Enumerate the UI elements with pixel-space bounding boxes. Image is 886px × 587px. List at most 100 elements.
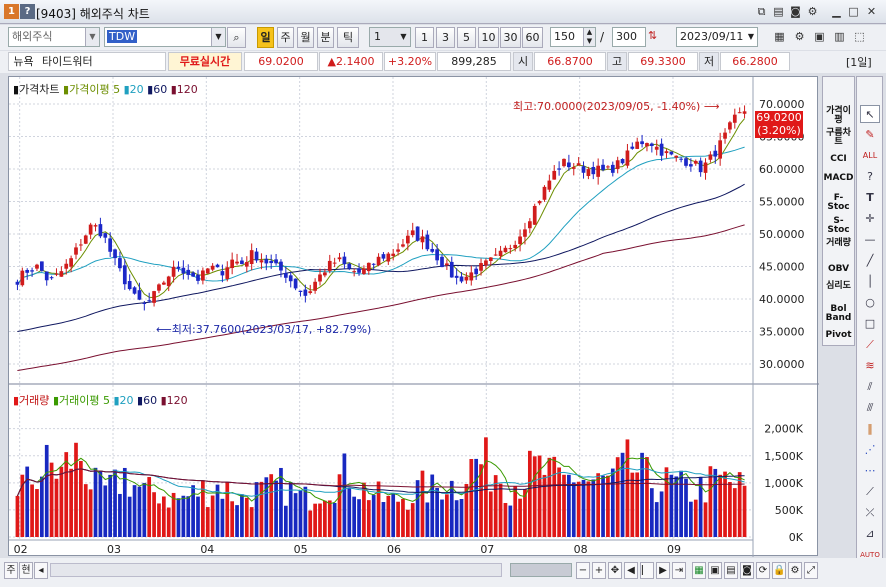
gear-icon[interactable]: ⚙ xyxy=(792,29,807,44)
market-select[interactable]: 해외주식 ▼ xyxy=(8,27,100,47)
period-minute-button[interactable]: 분 xyxy=(317,27,334,48)
config-icon[interactable]: ⚙ xyxy=(788,562,802,579)
memo-icon[interactable]: ▤ xyxy=(771,4,786,19)
mode-week-button[interactable]: 주 xyxy=(4,562,18,579)
excel-icon[interactable]: ▦ xyxy=(692,562,706,579)
count-input[interactable]: 150 ▲ ▼ xyxy=(550,27,596,47)
text-tool-icon[interactable]: T xyxy=(860,189,880,207)
zoom-in-icon[interactable]: + xyxy=(592,562,606,579)
indicator-macd[interactable]: MACD xyxy=(823,174,854,183)
cross-line-icon[interactable]: ✛ xyxy=(860,210,880,228)
step-back-icon[interactable]: ◀ xyxy=(624,562,638,579)
chart-svg[interactable]: 30.0000 35.0000 40.0000 45.0000 50.0000 55.00… xyxy=(9,77,819,557)
circle-tool-icon[interactable]: ○ xyxy=(860,294,880,312)
count-stepper[interactable]: ▲ ▼ xyxy=(583,28,595,46)
export-icon[interactable]: ⬚ xyxy=(852,29,867,44)
step-forward-icon[interactable]: ▶ xyxy=(656,562,670,579)
interval-5-button[interactable]: 5 xyxy=(457,27,476,48)
indicator-cci[interactable]: CCI xyxy=(823,155,854,164)
cycle-icon[interactable]: ‖ xyxy=(860,420,880,438)
price-ma-60: 60 xyxy=(153,83,168,96)
indicator-f-stoc[interactable]: F-Stoc xyxy=(823,194,854,212)
indicator-volume[interactable]: 거래량 xyxy=(823,239,854,248)
chevron-down-icon[interactable]: ▼ xyxy=(85,28,99,46)
chart-area[interactable]: 30.0000 35.0000 40.0000 45.0000 50.0000 55.00… xyxy=(8,76,819,557)
indicator-psychology[interactable]: 심리도 xyxy=(823,282,854,291)
link-icon[interactable]: ⧉ xyxy=(754,4,769,19)
help-icon[interactable]: ? xyxy=(20,4,35,19)
chevron-down-icon[interactable]: ▼ xyxy=(745,28,757,46)
refresh-chart-icon[interactable]: ⟳ xyxy=(756,562,770,579)
diagonal-line-icon[interactable]: ╱ xyxy=(860,252,880,270)
candle-body xyxy=(93,225,98,227)
minimize-icon[interactable]: ▁ xyxy=(829,4,844,19)
question-icon[interactable]: ? xyxy=(860,168,880,186)
indicator-obv[interactable]: OBV xyxy=(823,265,854,274)
bar-left-icon[interactable]: ⎸ xyxy=(640,562,654,579)
vertical-line-icon[interactable]: │ xyxy=(860,273,880,291)
fan-icon[interactable]: ⋰ xyxy=(860,441,880,459)
date-select[interactable]: 2023/09/11 ▼ xyxy=(676,27,758,47)
chevron-down-icon[interactable]: ▼ xyxy=(211,28,225,46)
zigzag-icon[interactable]: ⤫ xyxy=(860,504,880,522)
mode-current-button[interactable]: 현 xyxy=(19,562,33,579)
move-icon[interactable]: ✥ xyxy=(608,562,622,579)
candle-body xyxy=(181,267,186,274)
all-icon[interactable]: ALL xyxy=(860,147,880,165)
camera-icon[interactable]: ◙ xyxy=(788,4,803,19)
interval-3-button[interactable]: 3 xyxy=(436,27,455,48)
search-button[interactable]: ⌕ xyxy=(227,27,246,48)
indicator-s-stoc[interactable]: S-Stoc xyxy=(823,217,854,235)
print-icon[interactable]: ▥ xyxy=(832,29,847,44)
candle-style-icon[interactable]: ✎ xyxy=(860,126,880,144)
interval-1-button[interactable]: 1 xyxy=(415,27,434,48)
indicator-bollinger[interactable]: Bol Band xyxy=(823,305,854,323)
lock-icon[interactable]: 🔒 xyxy=(772,562,786,579)
settings-icon[interactable]: ⚙ xyxy=(805,4,820,19)
horizontal-line-icon[interactable]: — xyxy=(860,231,880,249)
end-icon[interactable]: ⇥ xyxy=(672,562,686,579)
print-chart-icon[interactable]: ▤ xyxy=(724,562,738,579)
expand-icon[interactable]: ⤢ xyxy=(804,562,818,579)
maximize-icon[interactable]: □ xyxy=(846,4,861,19)
speed-line-icon[interactable]: ⫻ xyxy=(860,399,880,417)
scroll-left-button[interactable]: ◂ xyxy=(34,562,48,579)
total-input[interactable]: 300 xyxy=(612,27,646,47)
close-icon[interactable]: ✕ xyxy=(864,4,879,19)
rectangle-tool-icon[interactable]: □ xyxy=(860,315,880,333)
save-icon[interactable]: ▣ xyxy=(812,29,827,44)
candle-body xyxy=(283,273,288,278)
realtime-badge[interactable]: 무료실시간 xyxy=(168,52,242,71)
grid-icon[interactable]: ▦ xyxy=(772,29,787,44)
horizontal-scrollbar[interactable] xyxy=(50,563,502,577)
refresh-icon[interactable]: ⇅ xyxy=(648,29,657,42)
candle-body xyxy=(332,262,337,264)
gann-icon[interactable]: ⟋ xyxy=(860,336,880,354)
interval-60-button[interactable]: 60 xyxy=(522,27,543,48)
zoom-out-icon[interactable]: − xyxy=(576,562,590,579)
pattern-icon[interactable]: ⟋ xyxy=(860,483,880,501)
save-chart-icon[interactable]: ▣ xyxy=(708,562,722,579)
volume-bar xyxy=(205,507,210,537)
interval-10-button[interactable]: 10 xyxy=(478,27,499,48)
interval-select[interactable]: 1 ▼ xyxy=(369,27,411,47)
indicator-pivot[interactable]: Pivot xyxy=(823,331,854,340)
interval-30-button[interactable]: 30 xyxy=(500,27,521,48)
symbol-input[interactable]: TDW ▼ xyxy=(104,27,226,47)
arc-icon[interactable]: ⋯ xyxy=(860,462,880,480)
fibonacci-icon[interactable]: ≋ xyxy=(860,357,880,375)
screenshot-icon[interactable]: ◙ xyxy=(740,562,754,579)
period-week-button[interactable]: 주 xyxy=(277,27,294,48)
period-tick-button[interactable]: 틱 xyxy=(337,27,359,48)
zoom-slider[interactable] xyxy=(510,563,572,577)
volume-bar xyxy=(230,501,235,537)
period-day-button[interactable]: 일 xyxy=(257,27,274,48)
channel-icon[interactable]: ⫽ xyxy=(860,378,880,396)
window-number-icon[interactable]: 1 xyxy=(4,4,19,19)
trend-icon[interactable]: ⊿ xyxy=(860,525,880,543)
indicator-price-ma[interactable]: 가격이평 xyxy=(823,107,854,125)
period-month-button[interactable]: 월 xyxy=(297,27,314,48)
indicator-cloud-chart[interactable]: 구름차트 xyxy=(823,129,854,147)
chevron-down-icon[interactable]: ▼ xyxy=(397,28,410,46)
cursor-icon[interactable]: ↖ xyxy=(860,105,880,123)
